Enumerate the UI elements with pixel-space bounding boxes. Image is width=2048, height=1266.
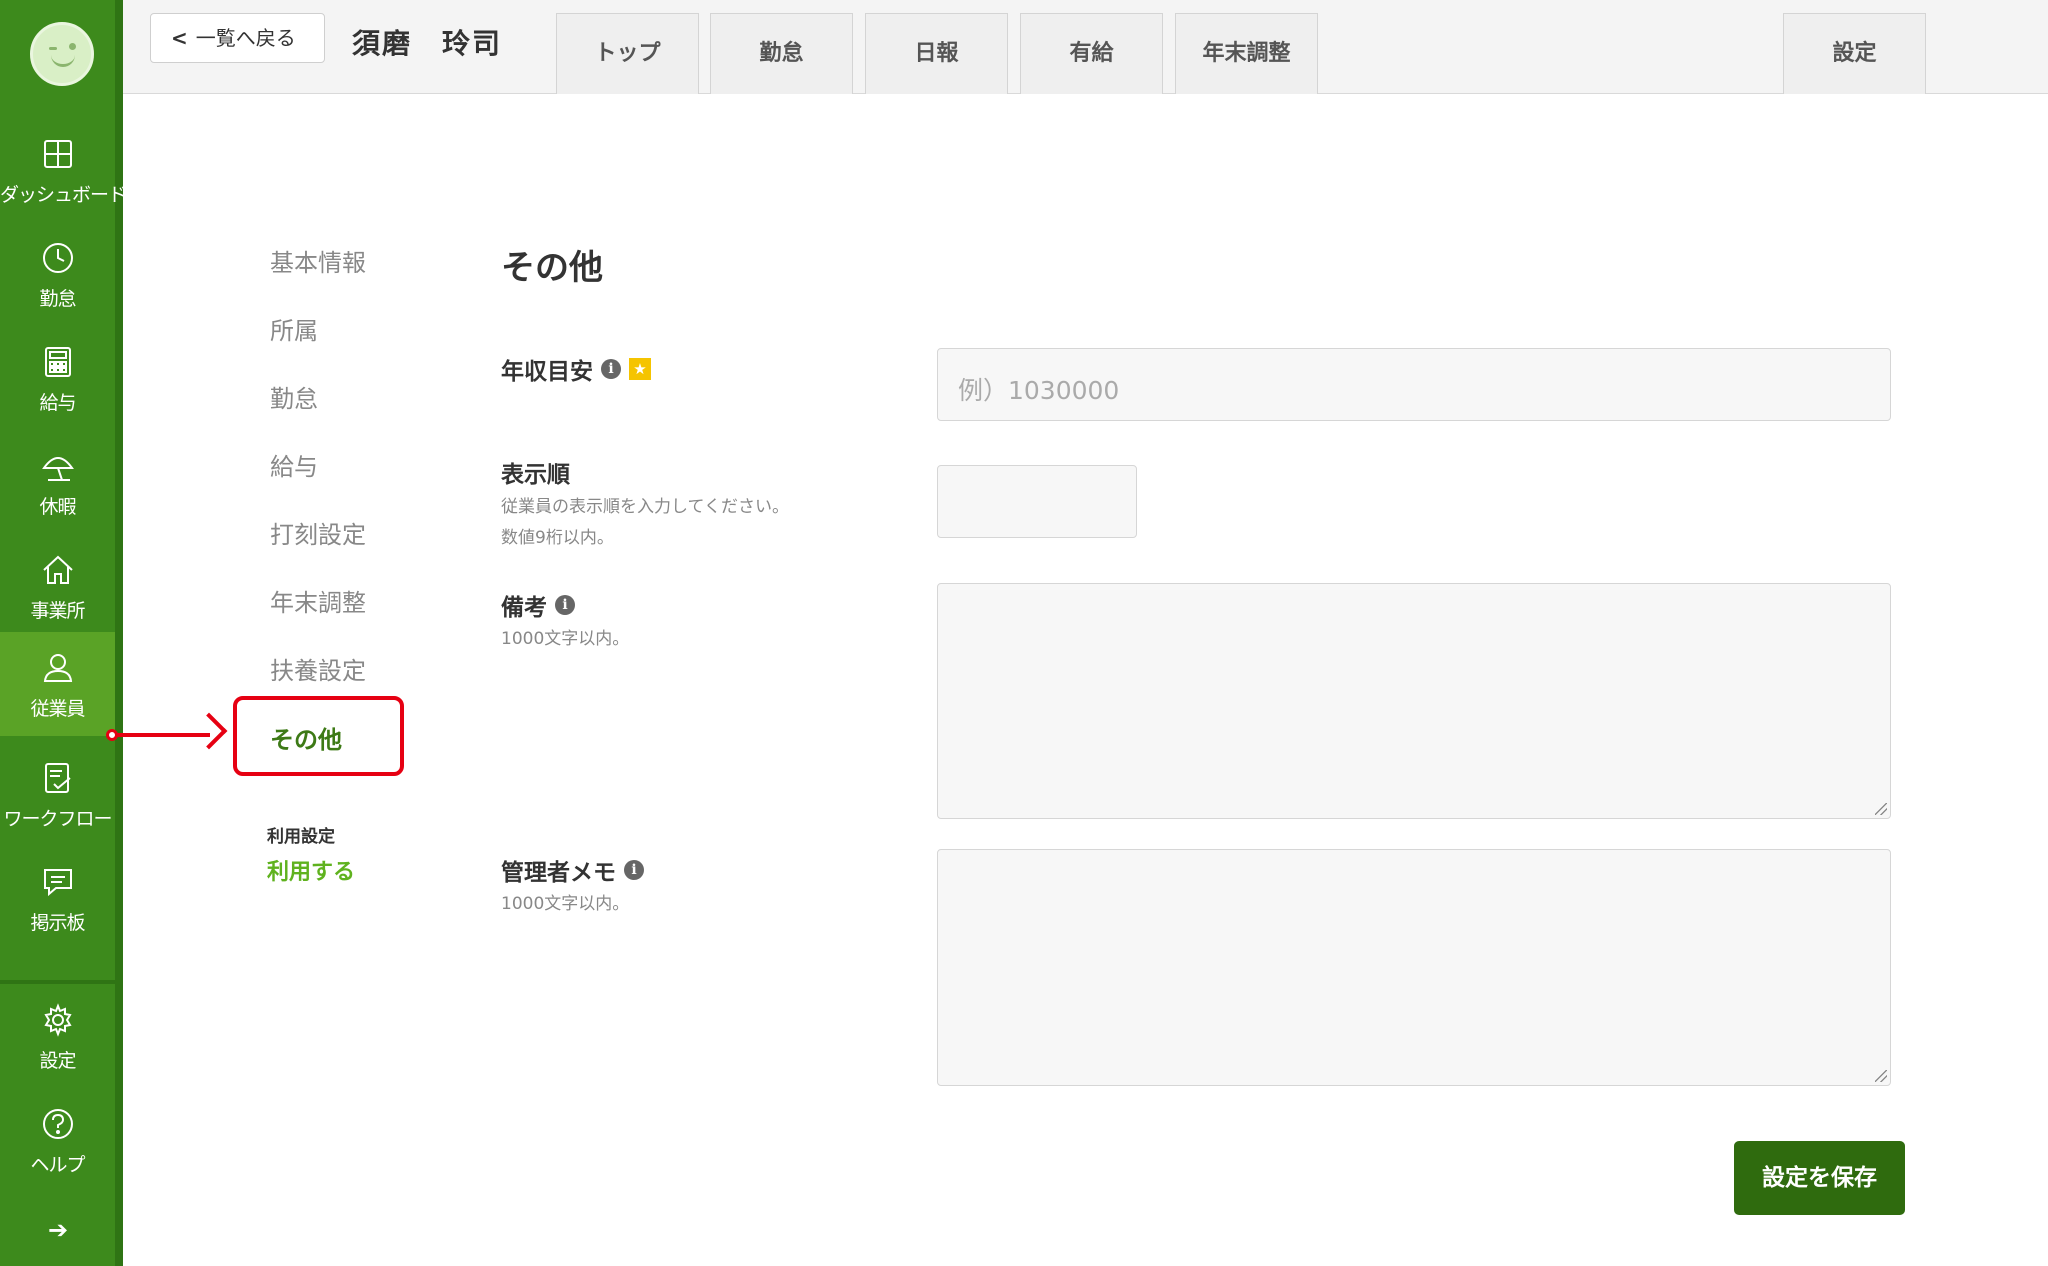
employee-name: 須磨 玲司 (352, 27, 503, 60)
submenu-item-attendance[interactable]: 勤怠 (270, 379, 318, 414)
logo-eye-right (69, 43, 76, 50)
logo-eye-left (49, 47, 57, 50)
sidebar-item-label: 設定 (39, 1050, 76, 1072)
page-title: その他 (501, 248, 603, 288)
admin-memo-label: 管理者メモ i (501, 853, 644, 887)
dashboard-icon (44, 140, 72, 168)
tab-settings[interactable]: 設定 (1783, 13, 1926, 94)
sidebar-item-workflow[interactable]: ワークフロー (0, 742, 115, 846)
sidebar-item-label: 休暇 (39, 496, 76, 518)
sidebar-item-attendance[interactable]: 勤怠 (0, 222, 115, 326)
display-order-label: 表示順 (501, 455, 570, 489)
info-icon[interactable]: i (624, 860, 644, 880)
use-setting-value[interactable]: 利用する (267, 854, 355, 886)
tab-daily-report[interactable]: 日報 (865, 13, 1008, 94)
admin-memo-label-text: 管理者メモ (501, 860, 616, 886)
sidebar-item-label: 掲示板 (30, 912, 85, 934)
message-icon (44, 869, 72, 897)
sidebar: ダッシュボード 勤怠 給与 休暇 事業所 従業員 ワークフロー 掲示板 設定 ヘ… (0, 0, 127, 1266)
info-icon[interactable]: i (555, 595, 575, 615)
annual-income-placeholder: 例）1030000 (958, 376, 1120, 405)
tab-year-end-adjustment[interactable]: 年末調整 (1175, 13, 1318, 94)
submenu-item-stamp-settings[interactable]: 打刻設定 (270, 515, 366, 550)
annual-income-input[interactable]: 例）1030000 (937, 348, 1891, 421)
logo-mouth (51, 55, 75, 67)
back-to-list-button[interactable]: < 一覧へ戻る (150, 13, 325, 63)
sidebar-item-employees[interactable]: 従業員 (0, 632, 115, 736)
annotation-arrow-head-icon (190, 712, 228, 750)
display-order-label-text: 表示順 (501, 462, 570, 488)
remarks-label-text: 備考 (501, 595, 547, 621)
submenu-item-basic-info[interactable]: 基本情報 (270, 243, 366, 278)
sidebar-item-dashboard[interactable]: ダッシュボード (0, 118, 127, 222)
star-badge-icon: ★ (629, 358, 651, 380)
sidebar-item-settings[interactable]: 設定 (0, 984, 115, 1088)
admin-memo-textarea[interactable] (937, 849, 1891, 1086)
annotation-arrow-dot (106, 729, 118, 741)
tab-paid-leave[interactable]: 有給 (1020, 13, 1163, 94)
sidebar-item-label: 従業員 (30, 698, 85, 720)
tab-top[interactable]: トップ (556, 13, 699, 94)
resize-grip-icon[interactable] (1875, 803, 1887, 815)
sidebar-item-label: 勤怠 (39, 288, 76, 310)
annual-income-label: 年収目安 i ★ (501, 352, 651, 386)
sidebar-item-label: ヘルプ (30, 1154, 85, 1176)
submenu-item-dependents[interactable]: 扶養設定 (270, 651, 366, 686)
remarks-textarea[interactable] (937, 583, 1891, 819)
logo[interactable] (30, 22, 94, 86)
sidebar-item-label: 事業所 (30, 600, 85, 622)
sidebar-item-help[interactable]: ヘルプ (0, 1088, 115, 1192)
sidebar-item-office[interactable]: 事業所 (0, 534, 115, 638)
clock-icon (43, 243, 73, 273)
sidebar-item-label: 給与 (39, 392, 76, 414)
calculator-icon (45, 347, 71, 377)
chevron-left-icon: < (171, 26, 188, 50)
sidebar-item-board[interactable]: 掲示板 (0, 846, 115, 950)
sidebar-item-label: ワークフロー (3, 808, 112, 830)
resize-grip-icon[interactable] (1875, 1070, 1887, 1082)
gear-icon (44, 1003, 72, 1037)
annual-income-label-text: 年収目安 (501, 359, 593, 385)
display-order-help-1: 従業員の表示順を入力してください。 (501, 497, 789, 517)
home-icon (43, 555, 73, 584)
help-icon (43, 1109, 73, 1139)
umbrella-icon (42, 457, 74, 481)
collapse-arrow-icon[interactable]: ➔ (48, 1216, 68, 1244)
submenu-item-year-end[interactable]: 年末調整 (270, 583, 366, 618)
display-order-input[interactable] (937, 465, 1137, 538)
sidebar-item-payroll[interactable]: 給与 (0, 326, 115, 430)
tab-attendance[interactable]: 勤怠 (710, 13, 853, 94)
remarks-help: 1000文字以内。 (501, 629, 630, 649)
sidebar-item-label: ダッシュボード (0, 184, 127, 206)
sidebar-item-leave[interactable]: 休暇 (0, 430, 115, 534)
back-button-label: 一覧へ戻る (195, 26, 296, 50)
user-icon (43, 654, 73, 682)
save-settings-button[interactable]: 設定を保存 (1734, 1141, 1905, 1215)
remarks-label: 備考 i (501, 588, 575, 622)
admin-memo-help: 1000文字以内。 (501, 894, 630, 914)
submenu-item-affiliation[interactable]: 所属 (270, 311, 318, 346)
document-check-icon (45, 763, 71, 793)
info-icon[interactable]: i (601, 359, 621, 379)
use-setting-label: 利用設定 (267, 827, 335, 847)
highlight-annotation (233, 696, 404, 776)
submenu-item-payroll[interactable]: 給与 (270, 447, 318, 482)
display-order-help-2: 数値9桁以内。 (501, 528, 614, 548)
